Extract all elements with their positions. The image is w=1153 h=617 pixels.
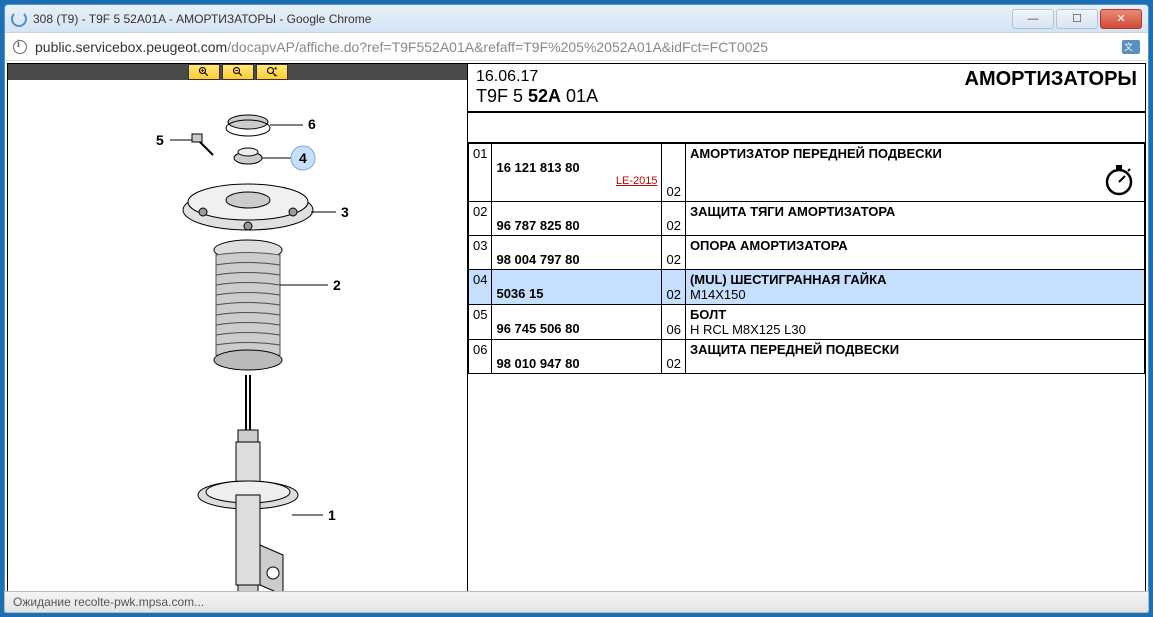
window-title: 308 (T9) - T9F 5 52A01A - АМОРТИЗАТОРЫ -… <box>33 12 1012 26</box>
description-cell: ОПОРА АМОРТИЗАТОРА <box>685 236 1144 270</box>
quantity-cell: 06 <box>662 305 685 340</box>
part-number: 5036 15 <box>496 286 657 301</box>
parts-diagram[interactable]: 6 5 4 <box>8 80 467 612</box>
quantity-cell: 02 <box>662 236 685 270</box>
part-description: БОЛТ <box>690 307 1140 322</box>
zoom-out-button[interactable] <box>222 64 254 80</box>
translate-icon[interactable] <box>1122 40 1140 54</box>
row-index: 03 <box>469 236 492 270</box>
callout-3: 3 <box>341 204 349 220</box>
zoom-toolbar <box>8 64 467 80</box>
diagram-panel: 6 5 4 <box>8 64 468 611</box>
parts-panel: 16.06.17 T9F 5 52A 01A АМОРТИЗАТОРЫ 0116… <box>468 64 1145 611</box>
description-cell: АМОРТИЗАТОР ПЕРЕДНЕЙ ПОДВЕСКИ <box>685 144 1144 202</box>
part-number-cell: 98 010 947 80 <box>492 340 662 374</box>
row-index: 04 <box>469 270 492 305</box>
zoom-in-button[interactable] <box>188 64 220 80</box>
site-info-icon[interactable] <box>13 40 27 54</box>
part-number-cell: 98 004 797 80 <box>492 236 662 270</box>
part-description: (MUL) ШЕСТИГРАННАЯ ГАЙКА <box>690 272 1140 287</box>
le-link[interactable]: LE-2015 <box>616 175 658 187</box>
url-path: /docapvAP/affiche.do?ref=T9F552A01A&refa… <box>227 39 768 55</box>
loading-spinner-icon <box>11 11 27 27</box>
callout-4: 4 <box>299 150 307 166</box>
header-meta: 16.06.17 T9F 5 52A 01A <box>476 68 598 107</box>
part-detail: H RCL M8X125 L30 <box>690 322 1140 337</box>
part-description: ЗАЩИТА ПЕРЕДНЕЙ ПОДВЕСКИ <box>690 342 1140 357</box>
description-cell: (MUL) ШЕСТИГРАННАЯ ГАЙКАM14X150 <box>685 270 1144 305</box>
parts-row[interactable]: 045036 1502(MUL) ШЕСТИГРАННАЯ ГАЙКАM14X1… <box>469 270 1145 305</box>
maximize-button[interactable]: ☐ <box>1056 9 1098 29</box>
quantity-cell: 02 <box>662 270 685 305</box>
part-number-cell: 5036 15 <box>492 270 662 305</box>
part-number-cell: 16 121 813 80LE-2015 <box>492 144 662 202</box>
url-host: public.servicebox.peugeot.com <box>35 39 227 55</box>
status-text: Ожидание recolte-pwk.mpsa.com... <box>13 595 204 609</box>
url-display: public.servicebox.peugeot.com/docapvAP/a… <box>35 39 768 55</box>
part-number: 16 121 813 80 <box>496 160 657 175</box>
row-index: 01 <box>469 144 492 202</box>
zoom-fit-button[interactable] <box>256 64 288 80</box>
browser-window: 308 (T9) - T9F 5 52A01A - АМОРТИЗАТОРЫ -… <box>4 4 1149 613</box>
row-index: 06 <box>469 340 492 374</box>
shock-absorber-svg: 6 5 4 <box>68 100 408 612</box>
parts-row[interactable]: 02 96 787 825 80 02 ЗАЩИТА ТЯГИ АМОРТИЗАТОР… <box>469 202 1145 236</box>
part-number: 96 745 506 80 <box>496 321 657 336</box>
parts-row[interactable]: 0116 121 813 80LE-201502АМОРТИЗАТОР ПЕРЕ… <box>469 144 1145 202</box>
part-detail: M14X150 <box>690 287 1140 302</box>
window-controls: — ☐ ✕ <box>1012 9 1142 29</box>
part-description: АМОРТИЗАТОР ПЕРЕДНЕЙ ПОДВЕСКИ <box>690 146 1140 161</box>
parts-row[interactable]: 03 98 004 797 80 02 ОПОРА АМОРТИЗАТОРА <box>469 236 1145 270</box>
quantity-cell: 02 <box>662 202 685 236</box>
part-description: ЗАЩИТА ТЯГИ АМОРТИЗАТОРА <box>690 204 1140 219</box>
header-code: T9F 5 52A 01A <box>476 86 598 107</box>
close-button[interactable]: ✕ <box>1100 9 1142 29</box>
address-bar[interactable]: public.servicebox.peugeot.com/docapvAP/a… <box>5 33 1148 61</box>
header-spacer <box>468 113 1145 143</box>
parts-table: 0116 121 813 80LE-201502АМОРТИЗАТОР ПЕРЕ… <box>468 143 1145 374</box>
parts-row[interactable]: 0596 745 506 8006БОЛТH RCL M8X125 L30 <box>469 305 1145 340</box>
part-number: 96 787 825 80 <box>496 218 657 233</box>
callout-1: 1 <box>328 507 336 523</box>
quantity-cell: 02 <box>662 340 685 374</box>
page-title: АМОРТИЗАТОРЫ <box>965 68 1138 91</box>
header-date: 16.06.17 <box>476 68 598 86</box>
description-cell: ЗАЩИТА ПЕРЕДНЕЙ ПОДВЕСКИ <box>685 340 1144 374</box>
description-cell: БОЛТH RCL M8X125 L30 <box>685 305 1144 340</box>
status-bar: Ожидание recolte-pwk.mpsa.com... <box>4 591 1149 613</box>
minimize-button[interactable]: — <box>1012 9 1054 29</box>
part-number-cell: 96 787 825 80 <box>492 202 662 236</box>
parts-row[interactable]: 06 98 010 947 80 02 ЗАЩИТА ПЕРЕДНЕЙ ПОДВЕСК… <box>469 340 1145 374</box>
callout-2: 2 <box>333 277 341 293</box>
stopwatch-icon[interactable] <box>1102 163 1136 197</box>
part-description: ОПОРА АМОРТИЗАТОРА <box>690 238 1140 253</box>
bellows <box>216 253 280 357</box>
page-content: 6 5 4 <box>7 63 1146 612</box>
part-number: 98 010 947 80 <box>496 356 657 371</box>
titlebar: 308 (T9) - T9F 5 52A01A - АМОРТИЗАТОРЫ -… <box>5 5 1148 33</box>
parts-header: 16.06.17 T9F 5 52A 01A АМОРТИЗАТОРЫ <box>468 64 1145 113</box>
description-cell: ЗАЩИТА ТЯГИ АМОРТИЗАТОРА <box>685 202 1144 236</box>
row-index: 05 <box>469 305 492 340</box>
callout-6: 6 <box>308 116 316 132</box>
row-index: 02 <box>469 202 492 236</box>
quantity-cell: 02 <box>662 144 685 202</box>
callout-5: 5 <box>156 132 164 148</box>
part-number: 98 004 797 80 <box>496 252 657 267</box>
part-number-cell: 96 745 506 80 <box>492 305 662 340</box>
